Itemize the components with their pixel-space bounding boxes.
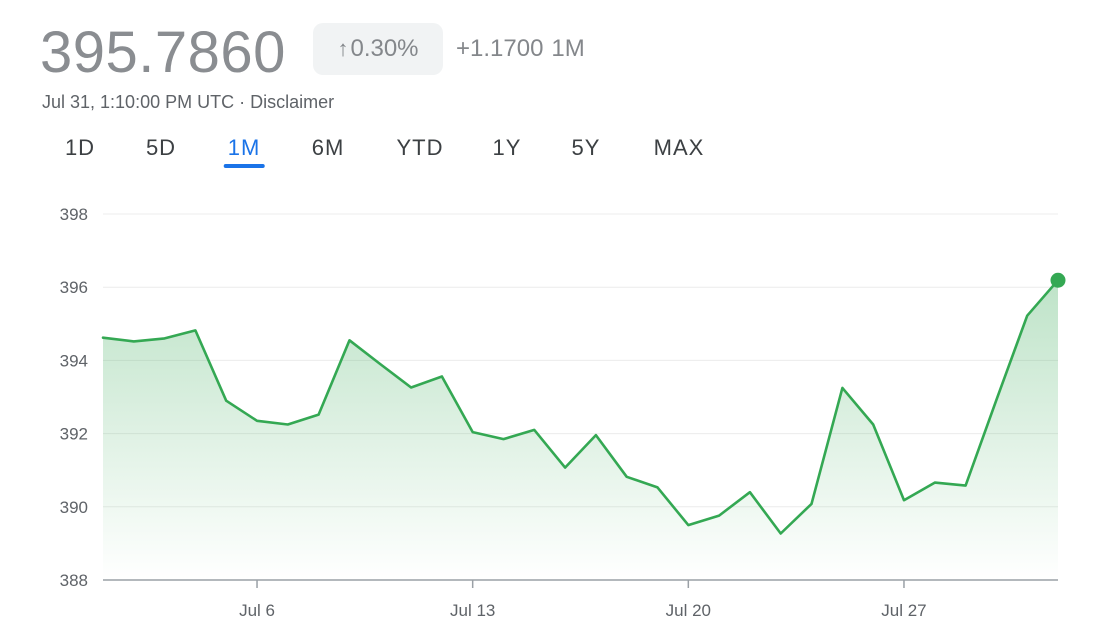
x-tick-label: Jul 27 — [881, 601, 926, 620]
y-tick-label: 392 — [60, 425, 88, 444]
y-tick-label: 388 — [60, 571, 88, 590]
y-tick-label: 398 — [60, 205, 88, 224]
price-area — [103, 280, 1058, 580]
y-tick-label: 396 — [60, 278, 88, 297]
x-tick-label: Jul 20 — [666, 601, 711, 620]
x-tick-label: Jul 6 — [239, 601, 275, 620]
x-tick-label: Jul 13 — [450, 601, 495, 620]
last-price-marker — [1050, 272, 1066, 288]
y-tick-label: 394 — [60, 351, 88, 370]
price-chart: 388 390 392 394 396 398 Jul 6 Jul 13 Jul 20 Jul 2… — [60, 205, 1066, 620]
y-tick-label: 390 — [60, 498, 88, 517]
